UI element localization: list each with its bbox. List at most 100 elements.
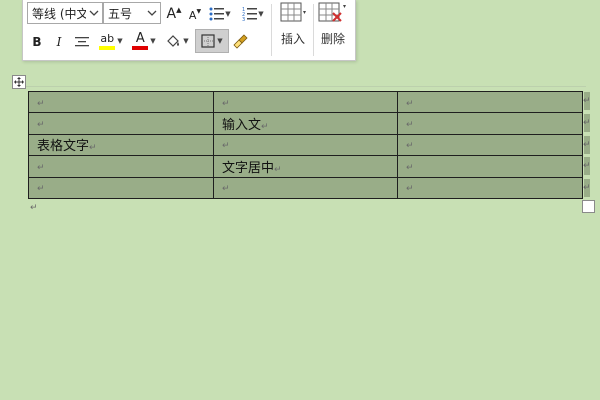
table-row: ↵ 输入文↵ ↵	[28, 112, 583, 135]
delete-label: 删除	[320, 32, 345, 46]
table-cell[interactable]: 输入文↵	[213, 112, 398, 135]
font-color-icon: A	[132, 32, 149, 50]
table-cell[interactable]: 表格文字↵	[28, 133, 214, 157]
bullet-list-icon	[209, 7, 225, 21]
paragraph-mark: ↵	[583, 140, 591, 150]
move-arrows-icon	[14, 77, 24, 87]
toolbar-divider	[271, 4, 272, 56]
chevron-down-icon[interactable]	[86, 10, 102, 16]
font-name-value: 等线 (中文	[32, 6, 86, 21]
align-center-icon	[75, 37, 89, 47]
paragraph-mark: ↵	[261, 122, 269, 133]
row-end-mark: ↵	[583, 179, 591, 197]
align-center-button[interactable]	[73, 32, 91, 52]
italic-button[interactable]: I	[51, 32, 67, 52]
chevron-down-icon[interactable]	[144, 10, 160, 16]
paragraph-mark: ↵	[37, 184, 45, 195]
cell-text: 表格文字	[37, 139, 90, 155]
highlight-button[interactable]: ab ▼	[95, 30, 127, 52]
borders-button[interactable]: ▼	[195, 29, 229, 53]
table-cell[interactable]: ↵	[397, 176, 583, 200]
chevron-down-icon[interactable]: ▼	[217, 37, 222, 45]
numbering-button[interactable]: 1 2 3 ▼	[239, 4, 267, 24]
svg-text:3: 3	[242, 17, 245, 22]
delete-table-icon	[318, 2, 346, 22]
table-cell[interactable]: ↵	[28, 155, 214, 178]
paragraph-mark: ↵	[222, 184, 230, 195]
cell-text: 文字居中	[222, 160, 275, 176]
paragraph-mark: ↵	[583, 96, 591, 106]
numbered-list-icon: 1 2 3	[242, 7, 258, 22]
table-cell[interactable]: ↵	[28, 176, 214, 200]
font-color-bar	[132, 45, 149, 50]
font-size-combo[interactable]: 五号	[103, 2, 161, 24]
paragraph-mark: ↵	[89, 143, 97, 154]
cell-text: 输入文	[222, 118, 262, 134]
paragraph-mark: ↵	[274, 164, 282, 175]
font-size-value: 五号	[108, 6, 133, 21]
paragraph-mark: ↵	[37, 98, 45, 109]
row-end-mark: ↵	[583, 114, 591, 132]
grow-font-icon: A	[166, 6, 177, 22]
paragraph-mark: ↵	[583, 118, 591, 128]
insert-label: 插入	[280, 32, 305, 46]
grow-font-button[interactable]: A ▲	[165, 4, 183, 24]
chevron-down-icon[interactable]: ▼	[117, 37, 122, 45]
table-move-handle[interactable]	[12, 75, 26, 89]
table-cell[interactable]: ↵	[28, 90, 214, 114]
highlight-glyph: ab	[100, 31, 115, 45]
bold-icon: B	[32, 35, 42, 49]
highlight-color-bar	[99, 45, 116, 50]
row-end-mark: ↵	[583, 136, 591, 154]
table-row: 表格文字↵ ↵ ↵	[28, 133, 583, 157]
paintbrush-icon	[233, 34, 248, 49]
format-painter-button[interactable]	[231, 30, 251, 52]
font-name-combo[interactable]: 等线 (中文	[27, 2, 103, 24]
row-end-mark: ↵	[583, 157, 591, 175]
chevron-down-icon[interactable]: ▼	[183, 37, 188, 45]
paragraph-mark: ↵	[222, 98, 230, 109]
table-row: ↵ ↵ ↵	[28, 90, 583, 114]
table-cell[interactable]: ↵	[397, 133, 583, 157]
bullets-button[interactable]: ▼	[207, 4, 233, 24]
table-cell[interactable]: ↵	[397, 90, 583, 114]
paragraph-mark: ↵	[406, 162, 414, 173]
table-cell[interactable]: ↵	[397, 112, 583, 135]
borders-icon	[201, 34, 215, 48]
paint-bucket-icon	[167, 35, 180, 47]
table-cell[interactable]: 文字居中↵	[213, 155, 398, 178]
table-row: ↵ ↵ ↵	[28, 176, 583, 200]
paragraph-mark: ↵	[406, 141, 414, 152]
table-cell[interactable]: ↵	[213, 90, 398, 114]
table-resize-handle[interactable]	[582, 200, 595, 213]
font-color-button[interactable]: A ▼	[129, 30, 159, 52]
mini-toolbar: 等线 (中文 五号 A ▲ A ▼ ▼ 1 2 3 ▼ B I ab ▼ A ▼…	[22, 0, 356, 61]
table-cell[interactable]: ↵	[213, 133, 398, 157]
paragraph-mark: ↵	[30, 203, 38, 213]
highlighter-icon: ab	[99, 31, 116, 50]
table-cell[interactable]: ↵	[213, 176, 398, 200]
shrink-font-button[interactable]: A ▼	[187, 6, 203, 24]
paragraph-mark: ↵	[406, 120, 414, 131]
paragraph-mark: ↵	[583, 161, 591, 171]
paragraph-mark: ↵	[222, 141, 230, 152]
table-cell[interactable]: ↵	[397, 155, 583, 178]
delete-button[interactable]: 删除	[313, 2, 353, 56]
table-row: ↵ 文字居中↵ ↵	[28, 155, 583, 178]
shrink-font-icon: A	[188, 8, 197, 22]
chevron-down-icon[interactable]: ▼	[150, 37, 155, 45]
chevron-down-icon[interactable]: ▼	[258, 10, 263, 18]
document-table: ↵ ↵ ↵ ↵ 输入文↵ ↵ 表格文字↵ ↵ ↵ ↵ 文字居中↵ ↵ ↵ ↵ ↵	[28, 90, 583, 200]
insert-button[interactable]: 插入	[273, 2, 313, 56]
paragraph-mark: ↵	[37, 162, 45, 173]
paragraph-mark: ↵	[406, 98, 414, 109]
insert-table-icon	[280, 2, 306, 22]
table-cell[interactable]: ↵	[28, 112, 214, 135]
paragraph-mark: ↵	[37, 120, 45, 131]
bold-button[interactable]: B	[29, 32, 45, 52]
paragraph-mark: ↵	[583, 183, 591, 193]
paragraph-mark: ↵	[406, 184, 414, 195]
row-end-mark: ↵	[583, 92, 591, 110]
shading-button[interactable]: ▼	[161, 30, 193, 52]
chevron-down-icon[interactable]: ▼	[225, 10, 230, 18]
